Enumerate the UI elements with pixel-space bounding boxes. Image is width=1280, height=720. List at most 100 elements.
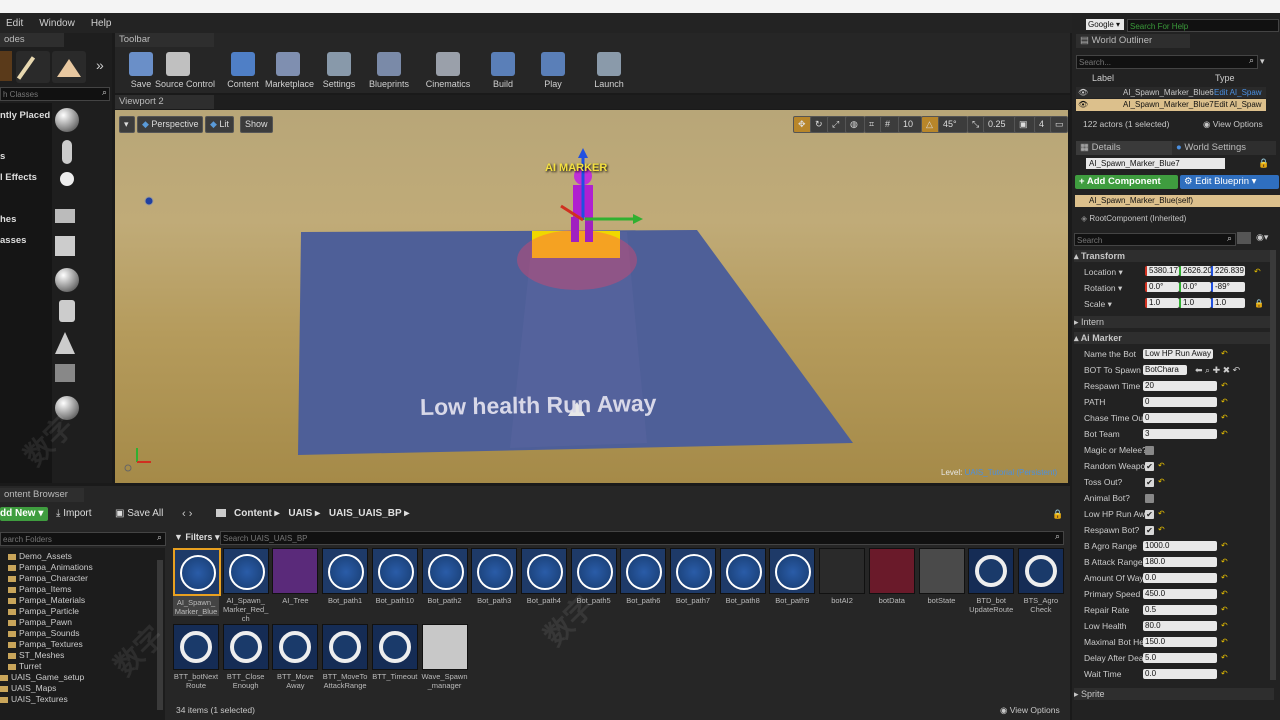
rotation-snap-value[interactable]: 45° xyxy=(938,116,968,133)
gizmo-y-arrow[interactable] xyxy=(633,214,643,224)
toolbar-tab[interactable]: Toolbar xyxy=(115,33,214,47)
viewport[interactable]: AI MARKER Low health Run Away Level: UAI… xyxy=(115,110,1068,483)
add-component-button[interactable]: + Add Component xyxy=(1075,175,1178,189)
prop-checkbox[interactable]: ✔ xyxy=(1145,526,1154,535)
category-visual-effects[interactable]: l Effects xyxy=(0,172,37,183)
edit-blueprint-button[interactable]: ⚙ Edit Blueprin ▾ xyxy=(1180,175,1279,189)
scale-x[interactable]: 1.0 xyxy=(1145,298,1179,308)
reset-to-default-icon[interactable]: ↶ xyxy=(1221,541,1228,550)
viewport-tab[interactable]: Viewport 2 xyxy=(115,95,214,109)
reset-to-default-icon[interactable]: ↶ xyxy=(1221,605,1228,614)
asset-tile[interactable]: Bot_path4 xyxy=(520,548,567,605)
reset-to-default-icon[interactable]: ↶ xyxy=(1221,349,1228,358)
outliner-col-label[interactable]: Label xyxy=(1092,73,1114,83)
prop-value-field[interactable]: 0 xyxy=(1143,397,1217,407)
folder-item[interactable]: Turret xyxy=(8,661,41,671)
outliner-row-2[interactable]: 👁 AI_Spawn_Marker_Blue7 Edit AI_Spaw xyxy=(1076,99,1266,111)
location-y[interactable]: 2626.20 xyxy=(1179,266,1212,276)
filters-button[interactable]: ▼ Filters ▾ xyxy=(174,532,219,543)
prop-value-field[interactable]: 20 xyxy=(1143,381,1217,391)
asset-tile[interactable]: Wave_Spawn _manager xyxy=(421,624,468,690)
asset-tile[interactable]: Bot_path3 xyxy=(471,548,518,605)
asset-tile[interactable]: BTT_MoveTo AttackRange xyxy=(322,624,369,690)
asset-tile[interactable]: BTT_botNext Route xyxy=(173,624,219,690)
place-sphere-icon[interactable] xyxy=(55,108,95,136)
nav-back-icon[interactable]: ‹ › xyxy=(182,508,192,520)
prop-value-field[interactable]: Low HP Run Away xyxy=(1143,349,1213,359)
prop-checkbox[interactable] xyxy=(1145,494,1154,503)
toolbar-content-button[interactable]: Content xyxy=(220,50,266,90)
place-plane-icon[interactable] xyxy=(55,364,95,392)
breadcrumb-content[interactable]: Content xyxy=(234,508,272,519)
folder-item[interactable]: Pampa_Items xyxy=(8,584,71,594)
place-cylinder-icon[interactable] xyxy=(55,300,95,328)
toolbar-build-button[interactable]: Build xyxy=(480,50,526,90)
expand-chevron-icon[interactable]: » xyxy=(96,57,104,73)
folder-item[interactable]: Demo_Assets xyxy=(8,551,72,561)
place-cube-icon[interactable] xyxy=(55,236,95,264)
mode-landscape-icon[interactable] xyxy=(52,51,86,83)
reset-to-default-icon[interactable]: ↶ xyxy=(1158,509,1165,518)
menu-window[interactable]: Window xyxy=(39,18,75,29)
bot-browse-icons[interactable]: ⬅ ⌕ ✚ ✖ ↶ xyxy=(1195,365,1240,376)
prop-value-field[interactable]: 1000.0 xyxy=(1143,541,1217,551)
rotation-z[interactable]: -89° xyxy=(1211,282,1245,292)
asset-tile[interactable]: Bot_path8 xyxy=(719,548,766,605)
content-browser-tab[interactable]: ontent Browser xyxy=(0,488,84,502)
reset-to-default-icon[interactable]: ↶ xyxy=(1221,429,1228,438)
place-cone-icon[interactable] xyxy=(55,332,95,360)
asset-tile[interactable]: AI_Spawn_ Marker_Red_ ch xyxy=(222,548,269,623)
asset-tile[interactable]: Bot_path10 xyxy=(371,548,418,605)
root-component-row[interactable]: ◈ RootComponent (Inherited) xyxy=(1075,213,1273,225)
reset-to-default-icon[interactable]: ↶ xyxy=(1221,397,1228,406)
prop-value-field[interactable]: 0.5 xyxy=(1143,605,1217,615)
folder-search-input[interactable]: earch Folders ⌕ xyxy=(0,532,166,546)
gizmo-z-arrow[interactable] xyxy=(578,148,588,158)
folder-item[interactable]: Pampa_Particle xyxy=(8,606,79,616)
add-new-button[interactable]: dd New ▾ xyxy=(0,507,48,521)
intern-header[interactable]: ▸ Intern xyxy=(1074,316,1274,328)
prop-value-field[interactable]: 3 xyxy=(1143,429,1217,439)
transform-header[interactable]: ▴ Transform xyxy=(1074,250,1274,262)
folder-item[interactable]: Pampa_Textures xyxy=(8,639,83,649)
show-button[interactable]: Show xyxy=(240,116,273,133)
toolbar-settings-button[interactable]: Settings xyxy=(316,50,362,90)
folder-item[interactable]: Pampa_Animations xyxy=(8,562,93,572)
place-character-icon[interactable] xyxy=(55,140,95,168)
place-sphere2-icon[interactable] xyxy=(55,268,95,296)
toolbar-source-control-button[interactable]: Source Control xyxy=(155,50,215,90)
help-search-input[interactable]: Search For Help xyxy=(1127,19,1279,32)
actor-name-field[interactable]: AI_Spawn_Marker_Blue7 xyxy=(1086,158,1225,169)
place-camera-icon[interactable] xyxy=(55,204,95,232)
folder-item[interactable]: Pampa_Character xyxy=(8,573,88,583)
mode-brush-icon[interactable] xyxy=(0,51,12,81)
asset-tile[interactable]: AI_Tree xyxy=(272,548,319,605)
breadcrumb-uais-bp[interactable]: UAIS_UAIS_BP xyxy=(329,508,402,519)
prop-checkbox[interactable]: ✔ xyxy=(1145,462,1154,471)
category-all-classes[interactable]: asses xyxy=(0,235,26,246)
search-engine-select[interactable]: Google ▾ xyxy=(1086,19,1124,30)
prop-value-field[interactable]: 450.0 xyxy=(1143,589,1217,599)
reset-to-default-icon[interactable]: ↶ xyxy=(1221,381,1228,390)
grid-snap-icon[interactable]: # xyxy=(880,116,900,133)
reset-to-default-icon[interactable]: ↶ xyxy=(1158,477,1165,486)
world-space-icon[interactable]: ◍ xyxy=(845,116,865,133)
rotation-y[interactable]: 0.0° xyxy=(1179,282,1211,292)
toolbar-launch-button[interactable]: Launch xyxy=(586,50,632,90)
menu-help[interactable]: Help xyxy=(91,18,112,29)
outliner-row-2-type[interactable]: Edit AI_Spaw xyxy=(1214,99,1262,111)
reset-to-default-icon[interactable]: ↶ xyxy=(1158,461,1165,470)
folder-item[interactable]: Pampa_Sounds xyxy=(8,628,80,638)
perspective-button[interactable]: ◆ Perspective xyxy=(137,116,204,133)
prop-value-field[interactable]: 0.0 xyxy=(1143,669,1217,679)
asset-tile[interactable]: Bot_path7 xyxy=(670,548,716,605)
prop-checkbox[interactable] xyxy=(1145,446,1154,455)
asset-tile[interactable]: BTD_bot UpdateRoute xyxy=(968,548,1015,614)
prop-value-field[interactable]: 80.0 xyxy=(1143,621,1217,631)
import-button[interactable]: ⤓ Import xyxy=(56,508,92,519)
asset-tile[interactable]: botState xyxy=(918,548,965,605)
prop-value-field[interactable]: 0 xyxy=(1143,413,1217,423)
grid-snap-value[interactable]: 10 xyxy=(898,116,922,133)
prop-checkbox[interactable]: ✔ xyxy=(1145,510,1154,519)
world-settings-tab[interactable]: ● World Settings xyxy=(1172,141,1276,155)
